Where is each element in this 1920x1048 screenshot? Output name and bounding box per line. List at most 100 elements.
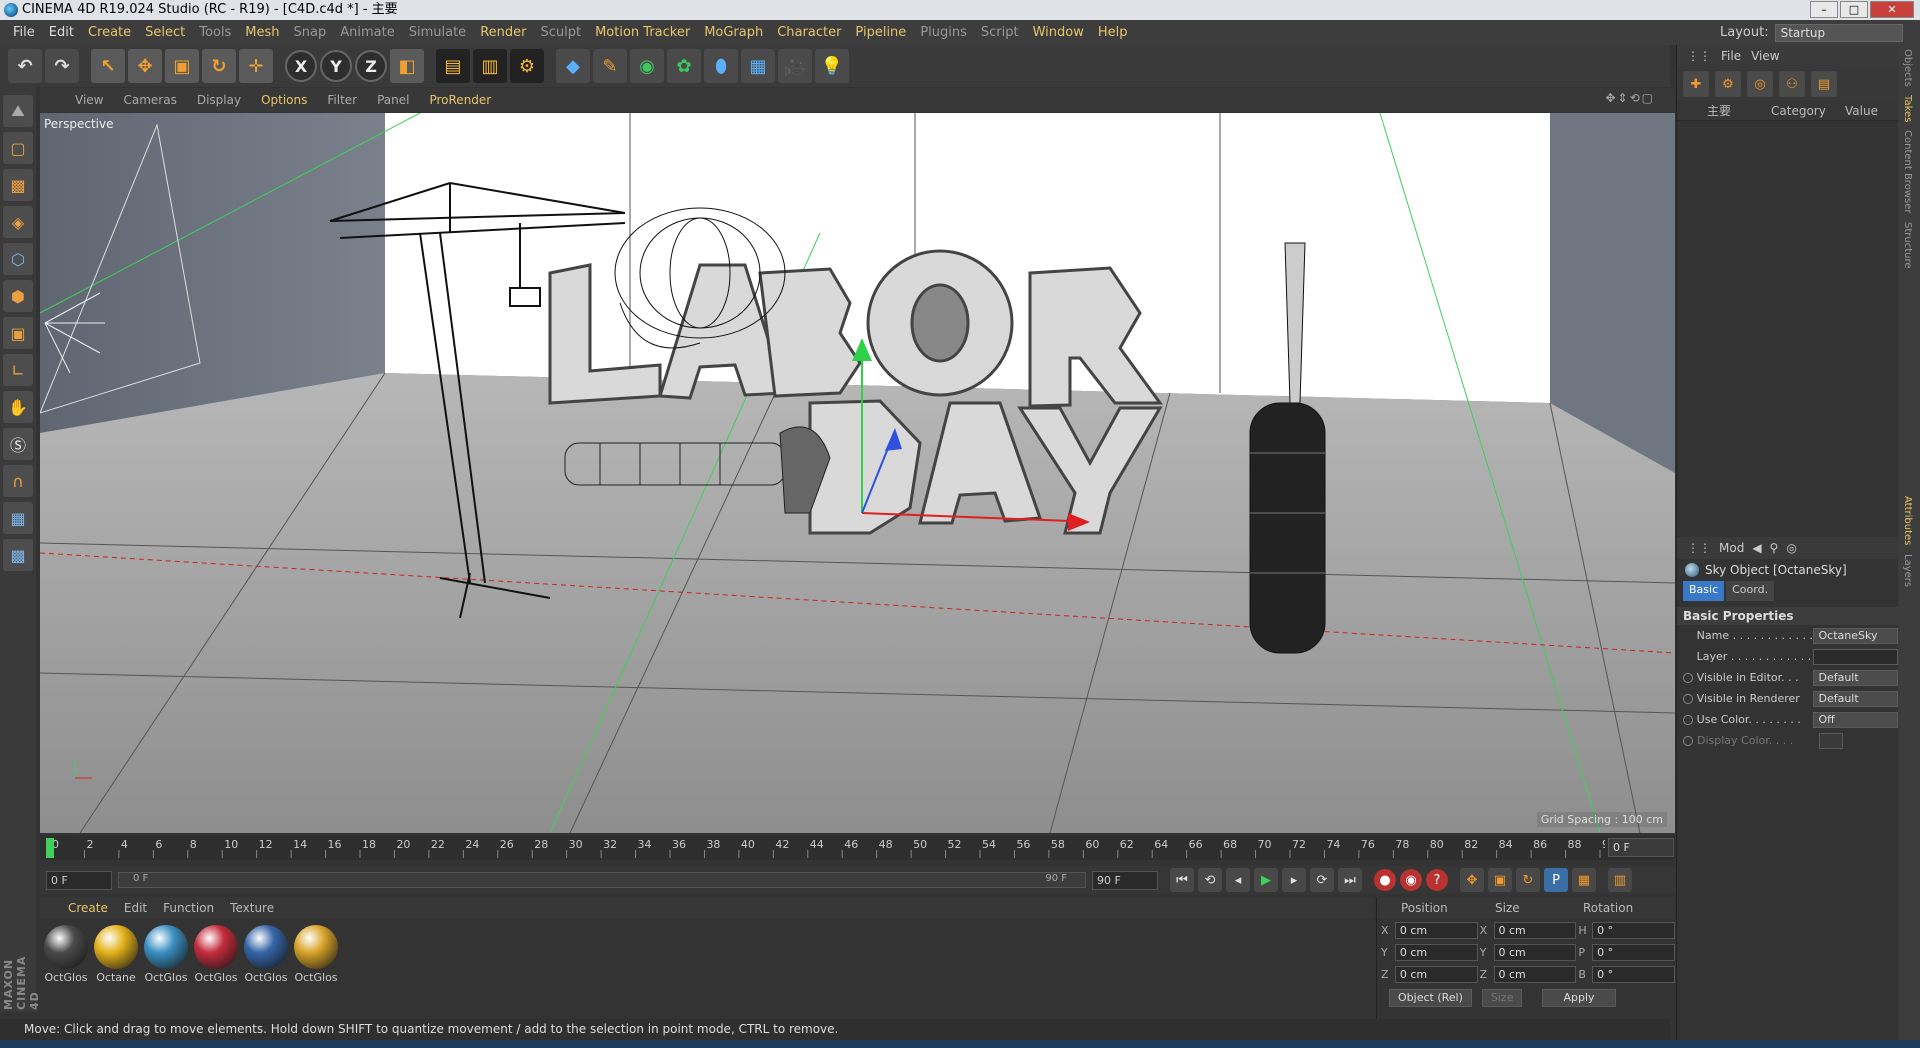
position-field[interactable]: 0 cm: [1394, 921, 1478, 939]
search-icon[interactable]: ⚲: [1770, 541, 1779, 555]
attribute-value[interactable]: OctaneSky: [1813, 627, 1898, 644]
texture-mode-icon[interactable]: ▩: [3, 169, 33, 201]
record-rotation-icon[interactable]: ↻: [1516, 868, 1540, 892]
attribute-value[interactable]: Off: [1813, 711, 1898, 728]
render-view-icon[interactable]: ▤: [436, 49, 470, 83]
tab-coord[interactable]: Coord.: [1726, 581, 1775, 601]
viewport-menu-cameras[interactable]: Cameras: [113, 93, 186, 107]
menu-mesh[interactable]: Mesh: [238, 25, 286, 40]
maximize-button[interactable]: □: [1840, 1, 1868, 18]
material-swatch[interactable]: Octane: [92, 925, 140, 984]
add-take-icon[interactable]: ✚: [1683, 71, 1709, 97]
previous-keyframe-icon[interactable]: ⟲: [1198, 868, 1222, 892]
animate-radio[interactable]: [1683, 735, 1693, 746]
position-field[interactable]: 0 cm: [1394, 965, 1478, 983]
tweak-mode-icon[interactable]: ✋: [3, 391, 33, 423]
coordinate-mode-dropdown[interactable]: Object (Rel): [1389, 989, 1472, 1007]
workplane-lock-icon[interactable]: ▦: [3, 502, 33, 534]
menu-snap[interactable]: Snap: [287, 25, 334, 40]
material-swatch[interactable]: OctGlos: [142, 925, 190, 984]
menu-mograph[interactable]: MoGraph: [697, 25, 770, 40]
select-cursor-icon[interactable]: ↖: [91, 49, 125, 83]
record-active-objects-icon[interactable]: ●: [1374, 869, 1396, 891]
timeline-window-icon[interactable]: ▥: [1608, 868, 1632, 892]
back-arrow-icon[interactable]: ◀: [1752, 541, 1761, 555]
rotate-icon[interactable]: ↻: [202, 49, 236, 83]
next-frame-icon[interactable]: ▸: [1282, 868, 1306, 892]
close-button[interactable]: ✕: [1870, 1, 1914, 18]
side-tab[interactable]: Attributes: [1902, 492, 1913, 549]
go-to-end-icon[interactable]: ⏭: [1338, 868, 1362, 892]
render-picture-viewer-icon[interactable]: ▥: [473, 49, 507, 83]
record-scale-icon[interactable]: ▣: [1488, 868, 1512, 892]
apply-button[interactable]: Apply: [1542, 989, 1616, 1007]
position-field[interactable]: 0 cm: [1394, 943, 1478, 961]
cube-primitive-icon[interactable]: ◆: [556, 49, 590, 83]
minimize-button[interactable]: –: [1810, 1, 1838, 18]
material-swatch[interactable]: OctGlos: [292, 925, 340, 984]
menu-plugins[interactable]: Plugins: [913, 25, 974, 40]
end-frame-field[interactable]: 90 F: [1092, 870, 1158, 890]
playhead[interactable]: [46, 838, 54, 858]
menu-sculpt[interactable]: Sculpt: [533, 25, 588, 40]
material-swatch[interactable]: OctGlos: [242, 925, 290, 984]
animate-radio[interactable]: [1683, 693, 1693, 704]
light-icon[interactable]: 💡: [815, 49, 849, 83]
record-parameter-icon[interactable]: P: [1544, 868, 1568, 892]
render-take-icon[interactable]: ▤: [1811, 71, 1837, 97]
material-menu-function[interactable]: Function: [155, 901, 222, 915]
previous-frame-icon[interactable]: ◂: [1226, 868, 1250, 892]
viewport-menu-panel[interactable]: Panel: [367, 93, 419, 107]
menu-script[interactable]: Script: [974, 25, 1026, 40]
camera-icon[interactable]: 🎥: [778, 49, 812, 83]
take-options-icon[interactable]: ⚙: [1715, 71, 1741, 97]
points-mode-icon[interactable]: ⬡: [3, 243, 33, 275]
side-tab[interactable]: Takes: [1902, 91, 1913, 126]
scale-icon[interactable]: ▣: [165, 49, 199, 83]
tab-basic[interactable]: Basic: [1683, 581, 1725, 601]
model-mode-icon[interactable]: ▢: [3, 132, 33, 164]
object-tree[interactable]: [1677, 121, 1898, 521]
snap-icon[interactable]: ∩: [3, 465, 33, 497]
current-frame-field[interactable]: 0 F: [1608, 838, 1674, 857]
next-keyframe-icon[interactable]: ⟳: [1310, 868, 1334, 892]
coordinate-system-icon[interactable]: ◧: [390, 49, 424, 83]
viewport-menu-display[interactable]: Display: [187, 93, 251, 107]
timeline-ruler[interactable]: 0 2 4 6 8 10 12 14 16 18 20 22 24 26 28 30 32 34 36 38 40 42 4…: [40, 836, 1675, 860]
attribute-value[interactable]: Default: [1813, 669, 1898, 686]
viewport-navigation-icons[interactable]: ✥⇕⟲▢: [1595, 91, 1665, 105]
layout-dropdown[interactable]: Startup: [1774, 23, 1903, 42]
viewport-menu-prorender[interactable]: ProRender: [419, 93, 501, 107]
size-field[interactable]: 0 cm: [1493, 943, 1577, 961]
attribute-menu-mode[interactable]: Mod: [1719, 541, 1744, 555]
lock-icon[interactable]: ◎: [1786, 541, 1796, 555]
override-icon[interactable]: ◎: [1747, 71, 1773, 97]
frame-range-slider[interactable]: 0 F 90 F: [118, 872, 1086, 888]
rotation-field[interactable]: 0 °: [1592, 943, 1676, 961]
edges-mode-icon[interactable]: ⬢: [3, 280, 33, 312]
deformer-icon[interactable]: ⬮: [704, 49, 738, 83]
attribute-value[interactable]: [1813, 648, 1898, 665]
y-axis-lock-icon[interactable]: Y: [320, 50, 352, 82]
object-menu-file[interactable]: File: [1721, 49, 1741, 63]
axis-mode-icon[interactable]: ∟: [3, 354, 33, 386]
attribute-value[interactable]: Default: [1813, 690, 1898, 707]
menu-tools[interactable]: Tools: [192, 25, 238, 40]
play-icon[interactable]: ▶: [1254, 868, 1278, 892]
size-mode-dropdown[interactable]: Size: [1481, 989, 1523, 1007]
x-axis-lock-icon[interactable]: X: [285, 50, 317, 82]
menu-render[interactable]: Render: [473, 25, 533, 40]
autokeying-icon[interactable]: ◉: [1400, 869, 1422, 891]
material-menu-create[interactable]: Create: [60, 901, 116, 915]
undo-icon[interactable]: ↶: [8, 49, 42, 83]
animate-radio[interactable]: [1683, 714, 1693, 725]
auto-take-icon[interactable]: ⚇: [1779, 71, 1805, 97]
z-axis-lock-icon[interactable]: Z: [355, 50, 387, 82]
menu-file[interactable]: File: [6, 25, 42, 40]
menu-animate[interactable]: Animate: [333, 25, 401, 40]
menu-character[interactable]: Character: [770, 25, 848, 40]
animate-radio[interactable]: [1683, 672, 1693, 683]
menu-help[interactable]: Help: [1091, 25, 1135, 40]
record-position-icon[interactable]: ✥: [1460, 868, 1484, 892]
attribute-value[interactable]: [1819, 732, 1843, 749]
